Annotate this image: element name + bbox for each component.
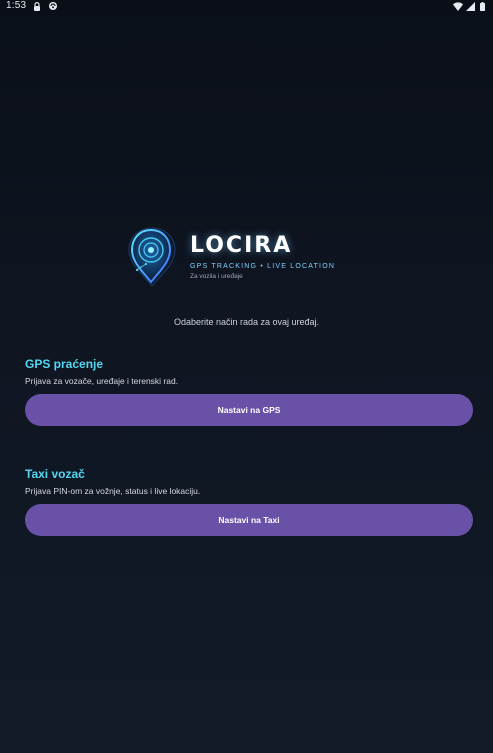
taxi-mode-section: Taxi vozač Prijava PIN-om za vožnje, sta… [25, 466, 473, 536]
gps-mode-description: Prijava za vozače, uređaje i terenski ra… [25, 376, 179, 386]
location-pin-icon [124, 224, 180, 290]
app-title: LOCIRA [190, 233, 293, 258]
app-logo: LOCIRA GPS TRACKING • LIVE LOCATION Za v… [0, 220, 493, 300]
logo-text: LOCIRA GPS TRACKING • LIVE LOCATION Za v… [190, 234, 390, 281]
taxi-mode-title: Taxi vozač [25, 467, 85, 481]
battery-icon [477, 1, 487, 11]
wifi-icon [453, 1, 463, 11]
continue-taxi-button[interactable]: Nastavi na Taxi [25, 504, 473, 536]
taxi-mode-description: Prijava PIN-om za vožnje, status i live … [25, 486, 201, 496]
lock-icon [32, 1, 42, 11]
status-time: 1:53 [6, 0, 27, 11]
status-bar-left: 1:53 [6, 1, 58, 11]
app-subtagline: Za vozila i uređaje [190, 273, 243, 280]
sync-icon [48, 1, 58, 11]
intro-text: Odaberite način rada za ovaj uređaj. [173, 317, 320, 327]
gps-mode-title: GPS praćenje [25, 357, 104, 371]
signal-icon [465, 1, 475, 11]
status-bar: 1:53 [0, 0, 493, 12]
app-tagline: GPS TRACKING • LIVE LOCATION [190, 263, 336, 270]
status-bar-right [453, 1, 487, 11]
gps-mode-section: GPS praćenje Prijava za vozače, uređaje … [25, 356, 473, 426]
continue-gps-button[interactable]: Nastavi na GPS [25, 394, 473, 426]
